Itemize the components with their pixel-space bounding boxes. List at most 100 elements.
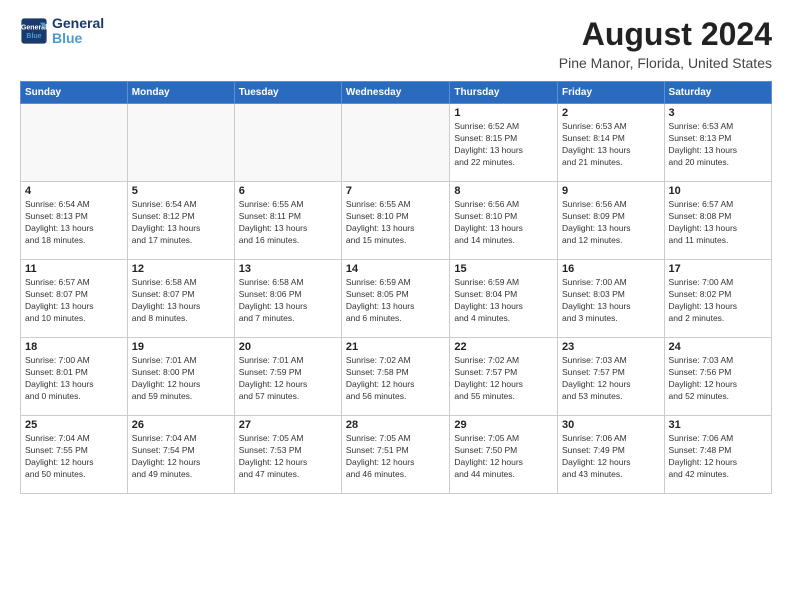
calendar-header-row: SundayMondayTuesdayWednesdayThursdayFrid… [21, 82, 772, 104]
day-info: Sunrise: 7:03 AM Sunset: 7:57 PM Dayligh… [562, 355, 660, 403]
subtitle: Pine Manor, Florida, United States [559, 55, 772, 71]
calendar-cell: 26Sunrise: 7:04 AM Sunset: 7:54 PM Dayli… [127, 416, 234, 494]
day-info: Sunrise: 7:05 AM Sunset: 7:53 PM Dayligh… [239, 433, 337, 481]
day-number: 24 [669, 341, 767, 353]
calendar-cell: 15 Sunrise: 6:59 AM Sunset: 8:04 PM Dayli… [450, 260, 558, 338]
calendar-cell: 3 Sunrise: 6:53 AM Sunset: 8:13 PM Daylig… [664, 104, 771, 182]
calendar-cell: 31 Sunrise: 7:06 AM Sunset: 7:48 PM Dayli… [664, 416, 771, 494]
day-number: 9 [562, 185, 660, 197]
day-number: 29 [454, 419, 553, 431]
calendar-week-2: 4 Sunrise: 6:54 AM Sunset: 8:13 PM Daylig… [21, 182, 772, 260]
calendar-cell: 17 Sunrise: 7:00 AM Sunset: 8:02 PM Dayli… [664, 260, 771, 338]
day-info: Sunrise: 7:02 AM Sunset: 7:58 PM Dayligh… [346, 355, 446, 403]
day-info: Sunrise: 6:55 AM Sunset: 8:10 PM Dayligh… [346, 199, 446, 247]
day-number: 16 [562, 263, 660, 275]
day-number: 17 [669, 263, 767, 275]
calendar-cell: 29 Sunrise: 7:05 AM Sunset: 7:50 PM Dayli… [450, 416, 558, 494]
day-info: Sunrise: 6:53 AM Sunset: 8:13 PM Dayligh… [669, 121, 767, 169]
day-info: Sunrise: 7:06 AM Sunset: 7:49 PM Dayligh… [562, 433, 660, 481]
day-number: 1 [454, 107, 553, 119]
day-number: 3 [669, 107, 767, 119]
calendar-cell [234, 104, 341, 182]
day-number: 18 [25, 341, 123, 353]
day-info: Sunrise: 7:00 AM Sunset: 8:02 PM Dayligh… [669, 277, 767, 325]
day-number: 5 [132, 185, 230, 197]
day-info: Sunrise: 7:06 AM Sunset: 7:48 PM Dayligh… [669, 433, 767, 481]
day-number: 2 [562, 107, 660, 119]
day-number: 25 [25, 419, 123, 431]
calendar-week-5: 25 Sunrise: 7:04 AM Sunset: 7:55 PM Dayli… [21, 416, 772, 494]
day-info: Sunrise: 6:58 AM Sunset: 8:07 PM Dayligh… [132, 277, 230, 325]
day-info: Sunrise: 7:03 AM Sunset: 7:56 PM Dayligh… [669, 355, 767, 403]
calendar-cell: 25 Sunrise: 7:04 AM Sunset: 7:55 PM Dayli… [21, 416, 128, 494]
calendar-cell: 12 Sunrise: 6:58 AM Sunset: 8:07 PM Dayli… [127, 260, 234, 338]
day-info: Sunrise: 6:56 AM Sunset: 8:09 PM Dayligh… [562, 199, 660, 247]
day-number: 15 [454, 263, 553, 275]
day-info: Sunrise: 6:53 AM Sunset: 8:14 PM Dayligh… [562, 121, 660, 169]
calendar-header-wednesday: Wednesday [341, 82, 450, 104]
day-number: 12 [132, 263, 230, 275]
day-info: Sunrise: 6:55 AM Sunset: 8:11 PM Dayligh… [239, 199, 337, 247]
calendar-header-sunday: Sunday [21, 82, 128, 104]
day-info: Sunrise: 6:54 AM Sunset: 8:12 PM Dayligh… [132, 199, 230, 247]
calendar-cell: 22Sunrise: 7:02 AM Sunset: 7:57 PM Dayli… [450, 338, 558, 416]
day-info: Sunrise: 6:57 AM Sunset: 8:07 PM Dayligh… [25, 277, 123, 325]
header: General Blue General Blue August 2024 Pi… [20, 16, 772, 71]
day-number: 13 [239, 263, 337, 275]
day-info: Sunrise: 6:59 AM Sunset: 8:04 PM Dayligh… [454, 277, 553, 325]
day-number: 31 [669, 419, 767, 431]
day-info: Sunrise: 6:52 AM Sunset: 8:15 PM Dayligh… [454, 121, 553, 169]
title-block: August 2024 Pine Manor, Florida, United … [559, 16, 772, 71]
calendar-cell: 13 Sunrise: 6:58 AM Sunset: 8:06 PM Dayli… [234, 260, 341, 338]
day-info: Sunrise: 6:54 AM Sunset: 8:13 PM Dayligh… [25, 199, 123, 247]
calendar-cell: 16 Sunrise: 7:00 AM Sunset: 8:03 PM Dayli… [558, 260, 665, 338]
calendar-cell: 19 Sunrise: 7:01 AM Sunset: 8:00 PM Dayli… [127, 338, 234, 416]
day-info: Sunrise: 7:00 AM Sunset: 8:03 PM Dayligh… [562, 277, 660, 325]
day-number: 30 [562, 419, 660, 431]
day-number: 27 [239, 419, 337, 431]
calendar-cell: 1 Sunrise: 6:52 AM Sunset: 8:15 PM Daylig… [450, 104, 558, 182]
day-number: 23 [562, 341, 660, 353]
calendar-cell: 8 Sunrise: 6:56 AM Sunset: 8:10 PM Daylig… [450, 182, 558, 260]
calendar-cell: 10Sunrise: 6:57 AM Sunset: 8:08 PM Dayli… [664, 182, 771, 260]
day-info: Sunrise: 7:01 AM Sunset: 7:59 PM Dayligh… [239, 355, 337, 403]
calendar-cell: 18Sunrise: 7:00 AM Sunset: 8:01 PM Dayli… [21, 338, 128, 416]
day-number: 20 [239, 341, 337, 353]
logo: General Blue General Blue [20, 16, 104, 47]
main-title: August 2024 [559, 16, 772, 53]
day-number: 7 [346, 185, 446, 197]
calendar-cell: 7 Sunrise: 6:55 AM Sunset: 8:10 PM Daylig… [341, 182, 450, 260]
calendar-cell: 2 Sunrise: 6:53 AM Sunset: 8:14 PM Daylig… [558, 104, 665, 182]
day-info: Sunrise: 7:02 AM Sunset: 7:57 PM Dayligh… [454, 355, 553, 403]
day-info: Sunrise: 6:57 AM Sunset: 8:08 PM Dayligh… [669, 199, 767, 247]
page: General Blue General Blue August 2024 Pi… [0, 0, 792, 504]
day-number: 19 [132, 341, 230, 353]
calendar-cell [127, 104, 234, 182]
logo-text: General Blue [52, 16, 104, 47]
calendar-week-3: 11 Sunrise: 6:57 AM Sunset: 8:07 PM Dayli… [21, 260, 772, 338]
day-number: 6 [239, 185, 337, 197]
day-number: 8 [454, 185, 553, 197]
day-info: Sunrise: 6:58 AM Sunset: 8:06 PM Dayligh… [239, 277, 337, 325]
logo-line1: General [52, 16, 104, 31]
day-info: Sunrise: 7:04 AM Sunset: 7:54 PM Dayligh… [132, 433, 230, 481]
day-info: Sunrise: 7:04 AM Sunset: 7:55 PM Dayligh… [25, 433, 123, 481]
calendar-cell [341, 104, 450, 182]
day-info: Sunrise: 7:05 AM Sunset: 7:50 PM Dayligh… [454, 433, 553, 481]
day-number: 28 [346, 419, 446, 431]
calendar-cell: 4 Sunrise: 6:54 AM Sunset: 8:13 PM Daylig… [21, 182, 128, 260]
day-number: 4 [25, 185, 123, 197]
calendar-cell: 6 Sunrise: 6:55 AM Sunset: 8:11 PM Daylig… [234, 182, 341, 260]
svg-text:Blue: Blue [26, 33, 41, 40]
day-info: Sunrise: 7:01 AM Sunset: 8:00 PM Dayligh… [132, 355, 230, 403]
calendar-cell: 24 Sunrise: 7:03 AM Sunset: 7:56 PM Dayli… [664, 338, 771, 416]
calendar-cell: 5 Sunrise: 6:54 AM Sunset: 8:12 PM Daylig… [127, 182, 234, 260]
calendar-week-1: 1 Sunrise: 6:52 AM Sunset: 8:15 PM Daylig… [21, 104, 772, 182]
calendar-header-monday: Monday [127, 82, 234, 104]
day-number: 11 [25, 263, 123, 275]
calendar-cell: 11 Sunrise: 6:57 AM Sunset: 8:07 PM Dayli… [21, 260, 128, 338]
day-info: Sunrise: 6:59 AM Sunset: 8:05 PM Dayligh… [346, 277, 446, 325]
calendar-cell: 20 Sunrise: 7:01 AM Sunset: 7:59 PM Dayli… [234, 338, 341, 416]
calendar-cell: 23 Sunrise: 7:03 AM Sunset: 7:57 PM Dayli… [558, 338, 665, 416]
day-info: Sunrise: 6:56 AM Sunset: 8:10 PM Dayligh… [454, 199, 553, 247]
